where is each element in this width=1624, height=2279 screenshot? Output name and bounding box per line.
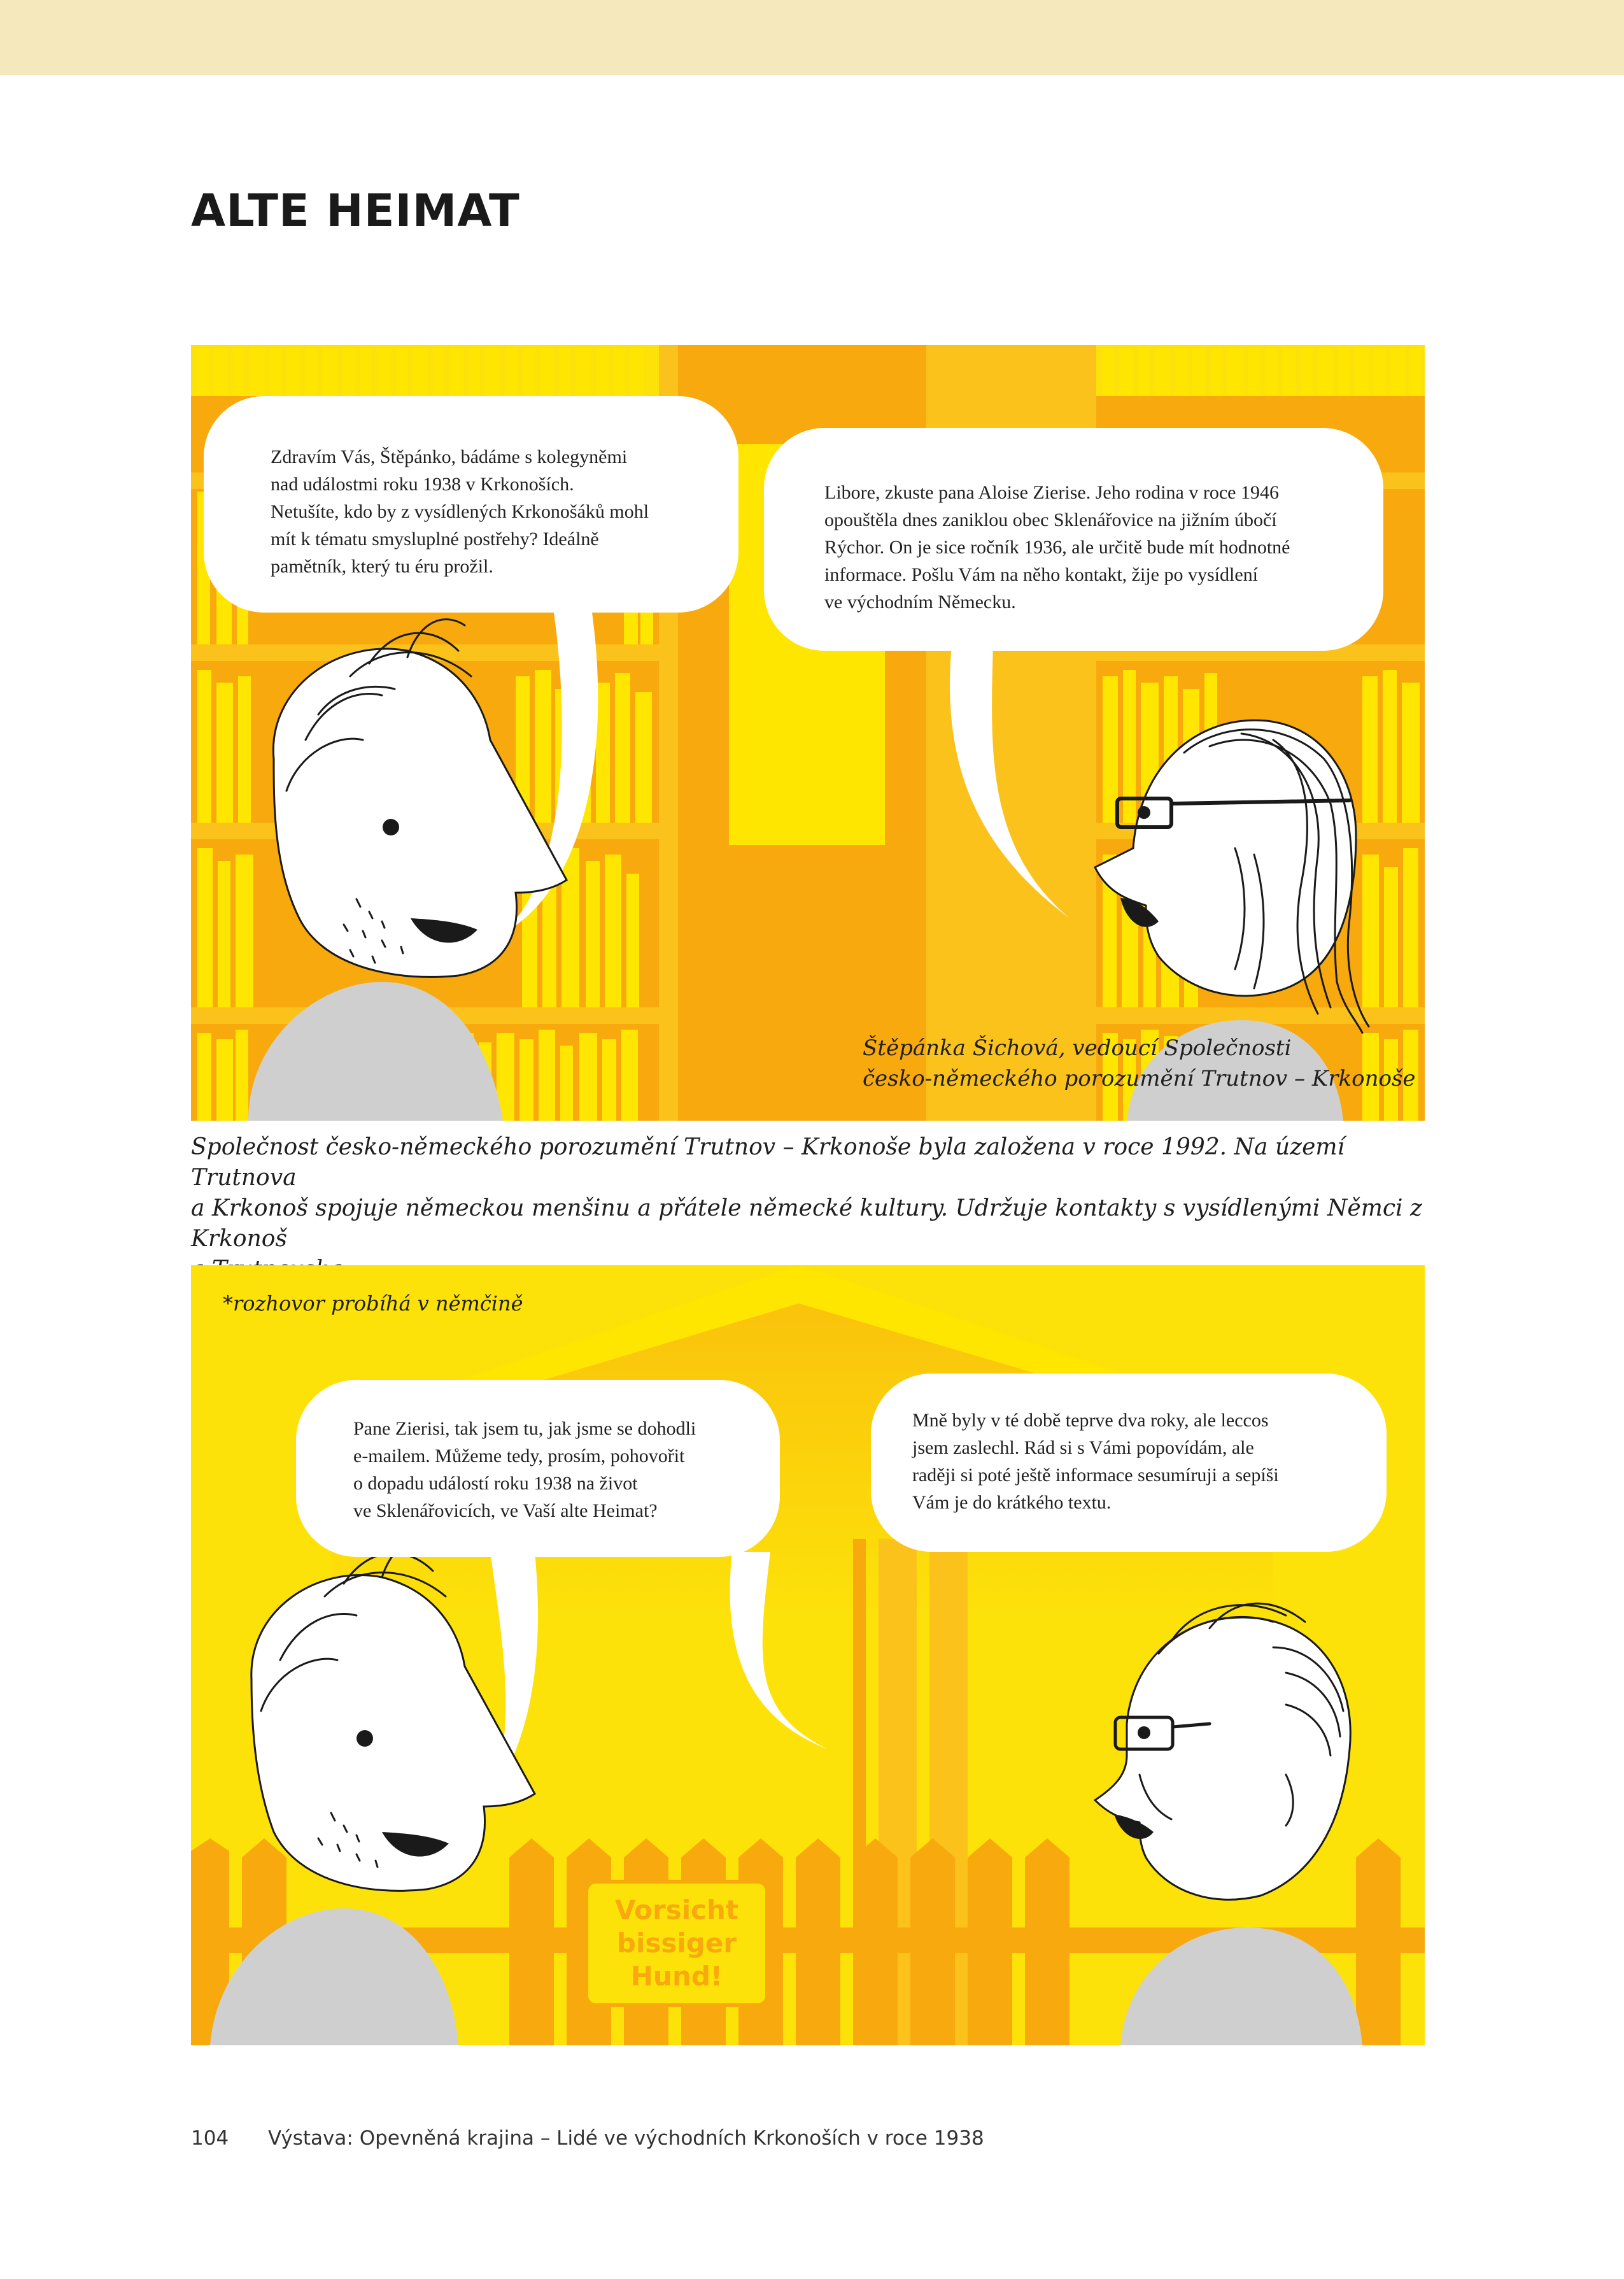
speech-bubble-right: Mně byly v té době teprve dva roky, ale … [871, 1374, 1387, 1552]
speech-text-left: Zdravím Vás, Štěpánko, bádáme s kolegyně… [271, 446, 649, 577]
comic-panel-garden: *rozhovor probíhá v němčině Pane Zierisi… [191, 1265, 1425, 2045]
speech-text-right: Mně byly v té době teprve dva roky, ale … [912, 1410, 1279, 1513]
page-number: 104 [191, 2127, 229, 2150]
top-band [0, 0, 1624, 75]
speech-bubble-right: Libore, zkuste pana Aloise Zierise. Jeho… [764, 428, 1383, 651]
speech-bubble-left: Zdravím Vás, Štěpánko, bádáme s kolegyně… [204, 396, 738, 613]
speech-text-right: Libore, zkuste pana Aloise Zierise. Jeho… [824, 482, 1290, 613]
speech-bubble-left: Pane Zierisi, tak jsem tu, jak jsme se d… [296, 1380, 780, 1557]
person-caption: Štěpánka Šichová, vedoucí Společnosti če… [863, 1035, 1416, 1091]
page-footer: 104 Výstava: Opevněná krajina – Lidé ve … [191, 2127, 984, 2150]
page-title: ALTE HEIMAT [191, 185, 520, 237]
footer-text: Výstava: Opevněná krajina – Lidé ve vých… [268, 2127, 984, 2150]
speech-text-left: Pane Zierisi, tak jsem tu, jak jsme se d… [353, 1418, 696, 1521]
interview-language-note: *rozhovor probíhá v němčině [223, 1291, 523, 1316]
comic-panel-library: Zdravím Vás, Štěpánko, bádáme s kolegyně… [191, 345, 1425, 1121]
dog-warning-sign: Vorsicht bissiger Hund! [584, 1880, 769, 2007]
society-description: Společnost česko-německého porozumění Tr… [191, 1134, 1422, 1282]
